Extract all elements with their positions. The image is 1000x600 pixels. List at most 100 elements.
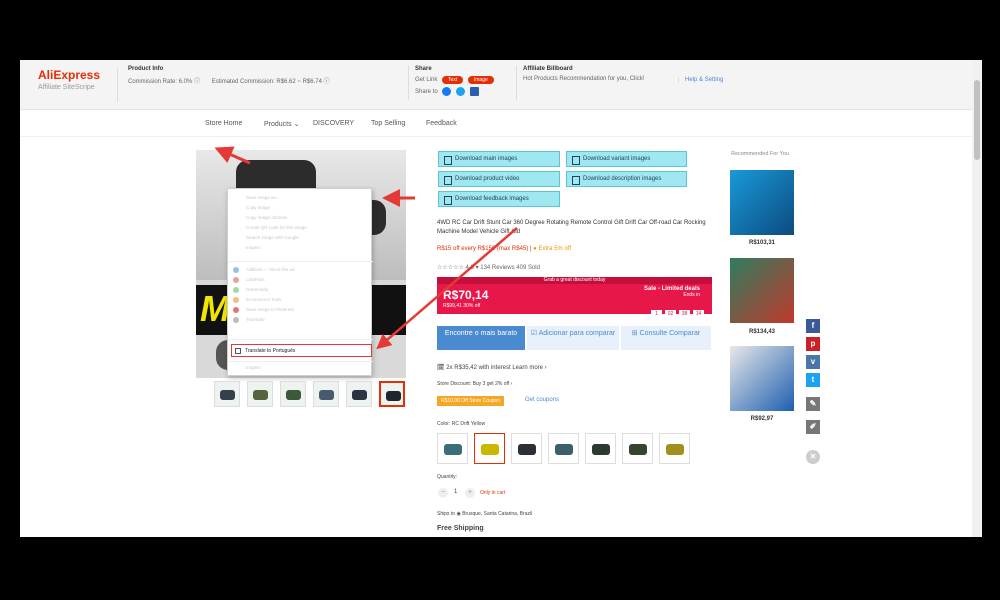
timer-minutes: 38 — [679, 310, 690, 318]
nav-store-home[interactable]: Store Home — [205, 120, 242, 127]
translate-icon — [235, 348, 241, 354]
quantity-decrease-button[interactable]: − — [438, 488, 448, 498]
find-cheapest-button[interactable]: Encontre o mais barato — [437, 326, 525, 350]
help-setting-link[interactable]: Help & Setting — [678, 77, 723, 83]
ships-to[interactable]: Ships to ◉ Brusque, Santa Catarina, Braz… — [437, 511, 532, 517]
facebook-icon[interactable]: f — [806, 319, 820, 333]
color-option[interactable] — [585, 433, 616, 464]
billboard-title: Affiliate Billboard — [523, 66, 573, 72]
nav-discovery[interactable]: DISCOVERY — [313, 120, 354, 127]
letterbox-bottom — [0, 537, 1000, 600]
nav-products[interactable]: Products ⌄ — [264, 120, 299, 128]
product-info-block: Product Info Commission Rate: 6.0% ⓘ Est… — [128, 66, 330, 88]
ctx-item[interactable]: Ecommerce Tools — [246, 297, 282, 302]
ctx-item[interactable]: AdBlock — block this ad — [246, 267, 295, 272]
recommended-product-image[interactable] — [730, 258, 794, 323]
recommended-title: Recommended For You — [731, 151, 789, 157]
thumbnail[interactable] — [247, 381, 273, 407]
promo-discount[interactable]: R$15 off every R$150 (max R$45) | — [437, 246, 533, 252]
extension-icon — [233, 267, 239, 273]
vk-icon[interactable]: v — [806, 355, 820, 369]
ctx-item[interactable]: Grammarly — [246, 287, 268, 292]
quantity-note: Only in cart — [480, 490, 506, 496]
add-compare-button[interactable]: ☑ Adicionar para comparar — [527, 326, 619, 350]
ctx-item[interactable]: Save image as... — [246, 195, 280, 200]
image-link-button[interactable]: Image — [467, 76, 494, 84]
email-share-icon[interactable] — [469, 87, 479, 96]
nav-top-selling[interactable]: Top Selling — [371, 120, 405, 127]
download-feedback-images-button[interactable]: Download feedback images — [438, 191, 560, 207]
facebook-share-icon[interactable] — [442, 87, 452, 96]
download-product-video-button[interactable]: Download product video — [438, 171, 560, 187]
product-info-title: Product Info — [128, 66, 164, 72]
affiliate-logo[interactable]: AliExpress Affiliate SiteScripe — [38, 68, 118, 102]
ctx-item[interactable]: Inspect — [246, 245, 261, 250]
ctx-translate-item[interactable]: Translate to Português — [231, 344, 372, 357]
deal-top-text: Grab a great discount today — [437, 277, 712, 284]
get-link-label: Get Link — [415, 77, 438, 83]
get-coupons-link[interactable]: Get coupons — [525, 397, 559, 403]
thumbnail[interactable] — [346, 381, 372, 407]
thumbnail-active[interactable] — [379, 381, 405, 407]
ctx-item[interactable]: Search image with Google — [246, 235, 299, 240]
extension-icon — [233, 277, 239, 283]
store-discount[interactable]: Store Discount: Buy 3 get 2% off › — [437, 381, 512, 387]
recommended-price[interactable]: R$134,43 — [730, 329, 794, 335]
logo-subtitle: Affiliate SiteScripe — [38, 84, 95, 91]
scrollbar[interactable] — [972, 60, 982, 537]
close-icon[interactable]: ✕ — [806, 450, 820, 464]
color-option[interactable] — [659, 433, 690, 464]
sale-label: Sale - Limited deals Ends in — [644, 286, 700, 298]
ctx-item[interactable]: Save image to Pinterest — [246, 307, 294, 312]
extension-icon — [233, 297, 239, 303]
quantity-value[interactable]: 1 — [454, 489, 457, 495]
store-coupon[interactable]: R$10,00 Off Store Coupon — [437, 396, 505, 406]
quantity-label: Quantity: — [437, 474, 458, 480]
ctx-item[interactable]: LastPass — [246, 277, 265, 282]
color-option[interactable] — [622, 433, 653, 464]
billboard-block: Affiliate Billboard Hot Products Recomme… — [516, 66, 644, 100]
recommended-product-image[interactable] — [730, 170, 794, 235]
ctx-item[interactable]: Copy image — [246, 205, 270, 210]
ctx-item[interactable]: Create QR code for this image — [246, 225, 307, 230]
old-price: R$99,41 30% off — [443, 303, 481, 309]
download-main-images-button[interactable]: Download main images — [438, 151, 560, 167]
recommended-product-image[interactable] — [730, 346, 794, 411]
color-option-selected[interactable] — [474, 433, 505, 464]
store-nav: Store Home Products ⌄ DISCOVERY Top Sell… — [20, 111, 982, 137]
recommended-price[interactable]: R$103,31 — [730, 240, 794, 246]
thumbnail[interactable] — [313, 381, 339, 407]
letterbox-top — [0, 0, 1000, 60]
logo-text: AliExpress — [38, 68, 101, 82]
context-menu: Save image as... Copy image Copy image a… — [227, 188, 373, 376]
color-option[interactable] — [548, 433, 579, 464]
color-option[interactable] — [511, 433, 542, 464]
installments-text[interactable]: 🗓 2x R$35,42 with interest Learn more › — [437, 364, 547, 371]
ctx-item[interactable]: Copy image address — [246, 215, 287, 220]
nav-feedback[interactable]: Feedback — [426, 120, 457, 127]
rating-summary[interactable]: ☆☆☆☆☆ 4.8 ▾ 134 Reviews 409 Sold — [437, 264, 540, 271]
billboard-link[interactable]: Hot Products Recommendation for you, Cli… — [523, 76, 644, 82]
countdown-timer: 1 02 38 14 — [648, 302, 704, 320]
download-description-images-button[interactable]: Download description images — [566, 171, 687, 187]
thumbnail[interactable] — [280, 381, 306, 407]
pencil-icon[interactable]: ✐ — [806, 420, 820, 434]
twitter-icon[interactable]: t — [806, 373, 820, 387]
timer-hours: 02 — [665, 310, 676, 318]
free-shipping: Free Shipping — [437, 525, 484, 532]
extra-discount[interactable]: ● Extra 5% off — [533, 246, 571, 252]
color-option[interactable] — [437, 433, 468, 464]
edit-icon[interactable]: ✎ — [806, 397, 820, 411]
text-link-button[interactable]: Text — [442, 76, 464, 84]
twitter-share-icon[interactable] — [456, 87, 466, 96]
thumbnail[interactable] — [214, 381, 240, 407]
download-variant-images-button[interactable]: Download variant images — [566, 151, 687, 167]
ctx-item[interactable]: Translate — [246, 317, 265, 322]
view-compare-button[interactable]: ⊞ Consulte Comparar — [621, 326, 711, 350]
ctx-inspect[interactable]: Inspect — [246, 365, 261, 370]
quantity-increase-button[interactable]: + — [465, 488, 475, 498]
recommended-price[interactable]: R$92,97 — [730, 416, 794, 422]
pinterest-icon[interactable]: p — [806, 337, 820, 351]
timer-seconds: 14 — [693, 310, 704, 318]
scroll-thumb[interactable] — [974, 80, 980, 160]
